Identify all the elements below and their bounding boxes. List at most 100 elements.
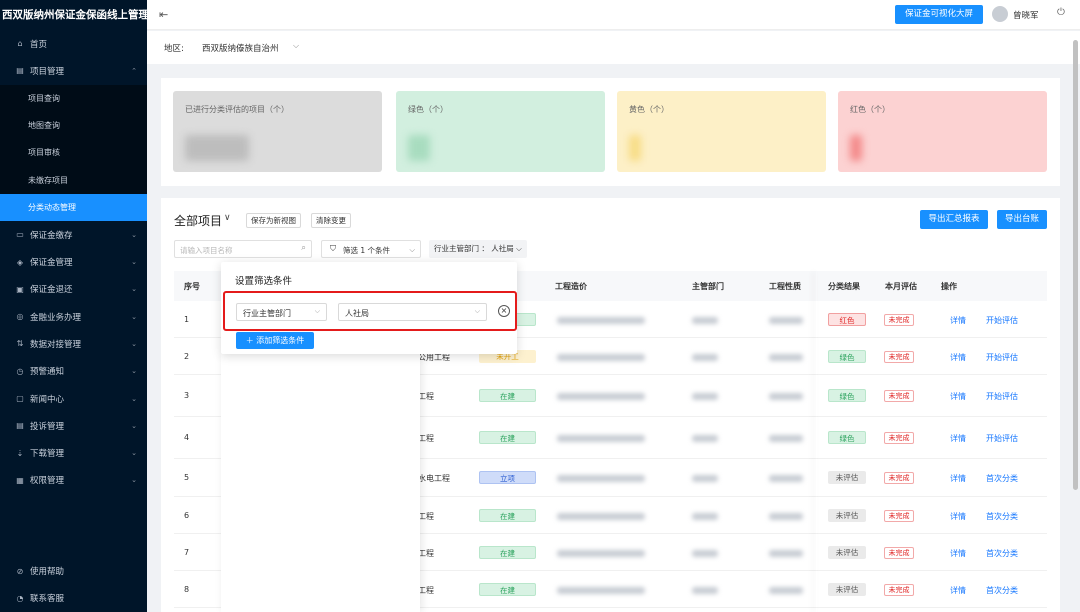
cost-blurred: [557, 512, 645, 520]
save-view-button[interactable]: 保存为新视图: [246, 213, 301, 228]
filter-button[interactable]: ⛉ 筛选 1 个条件 ⌵: [321, 240, 421, 258]
detail-link[interactable]: 详情: [950, 511, 966, 522]
sidebar-item-shield[interactable]: ◈ 保证金管理 ⌄: [0, 248, 147, 275]
cost-blurred: [557, 316, 645, 324]
chevron-up-icon: ⌃: [131, 66, 137, 75]
classification-tag: 未评估: [828, 471, 866, 484]
view-title[interactable]: 全部项目: [174, 212, 222, 229]
search-input[interactable]: 请输入项目名称 ⌕: [174, 240, 312, 258]
col-header-no: 序号: [184, 282, 200, 291]
sidebar-item-project[interactable]: ▤ 项目管理 ⌃: [0, 57, 147, 84]
export-summary-button[interactable]: 导出汇总报表: [920, 210, 988, 229]
news-icon: ▢: [16, 394, 24, 403]
dept-blurred: [692, 316, 718, 324]
add-filter-button[interactable]: ＋ 添加筛选条件: [236, 332, 314, 349]
nature-blurred: [769, 512, 803, 520]
stat-title: 已进行分类评估的项目（个）: [185, 105, 289, 114]
eval-status-tag: 未完成: [884, 472, 914, 484]
sidebar-item-warning[interactable]: ◷ 预警通知 ⌄: [0, 358, 147, 385]
avatar[interactable]: [992, 6, 1008, 22]
action-link[interactable]: 开始评估: [986, 315, 1018, 326]
sidebar-item-news[interactable]: ▢ 新闻中心 ⌄: [0, 385, 147, 412]
export-ledger-button[interactable]: 导出台账: [997, 210, 1047, 229]
action-link[interactable]: 开始评估: [986, 391, 1018, 402]
sidebar-item-data[interactable]: ⇅ 数据对接管理 ⌄: [0, 330, 147, 357]
stat-card-red: 红色（个）: [838, 91, 1047, 172]
chevron-down-icon: ⌄: [131, 230, 137, 239]
sidebar-item-help[interactable]: ⊘ 使用帮助: [0, 557, 147, 584]
action-link[interactable]: 开始评估: [986, 352, 1018, 363]
user-name[interactable]: 曾晓军: [1013, 9, 1039, 21]
finance-icon: ◎: [16, 312, 24, 322]
project-type: 水电工程: [418, 474, 450, 483]
action-link[interactable]: 首次分类: [986, 511, 1018, 522]
stat-title: 黄色（个）: [629, 105, 669, 114]
dept-blurred: [692, 393, 718, 400]
cost-blurred: [557, 435, 645, 442]
classification-tag: 未评估: [828, 545, 866, 559]
complaint-icon: ▤: [16, 421, 24, 431]
classification-tag: 绿色: [828, 349, 866, 363]
popover-backdrop: [221, 354, 420, 612]
chevron-down-icon: ⌄: [131, 449, 137, 458]
eval-status-tag: 未完成: [884, 313, 914, 326]
sidebar-subitem[interactable]: 分类动态管理: [0, 193, 147, 222]
detail-link[interactable]: 详情: [950, 391, 966, 402]
detail-link[interactable]: 详情: [950, 548, 966, 559]
action-link[interactable]: 开始评估: [986, 433, 1018, 444]
detail-link[interactable]: 详情: [950, 315, 966, 326]
active-filter-chip[interactable]: 行业主管部门 ： 人社局 ⌵: [429, 240, 527, 258]
stat-value-blurred: [629, 135, 641, 161]
chevron-down-icon[interactable]: ⌵: [293, 41, 299, 51]
classification-tag: 未评估: [828, 582, 866, 596]
sidebar-subitem[interactable]: 未缴存项目: [0, 166, 147, 193]
action-link[interactable]: 首次分类: [986, 585, 1018, 596]
power-icon[interactable]: ⏻: [1057, 7, 1065, 18]
menu-fold-icon[interactable]: ⇤: [159, 8, 168, 21]
chevron-down-icon[interactable]: ∨: [224, 213, 231, 223]
sidebar-item-deposit[interactable]: ▭ 保证金缴存 ⌄: [0, 221, 147, 248]
row-number: 5: [184, 473, 190, 482]
eval-status-tag: 未完成: [884, 350, 914, 363]
sidebar-item-lock[interactable]: ▦ 权限管理 ⌄: [0, 467, 147, 494]
sidebar-item-service[interactable]: ◔ 联系客服: [0, 585, 147, 612]
sidebar-item-finance[interactable]: ◎ 金融业务办理 ⌄: [0, 303, 147, 330]
search-icon[interactable]: ⌕: [301, 243, 306, 253]
action-link[interactable]: 首次分类: [986, 548, 1018, 559]
nature-blurred: [769, 435, 803, 442]
project-type: 工程: [418, 548, 434, 558]
sidebar-item-label: 使用帮助: [30, 567, 65, 578]
project-icon: ▤: [16, 66, 24, 76]
cost-blurred: [557, 393, 645, 400]
visualization-screen-button[interactable]: 保证金可视化大屏: [895, 5, 983, 24]
sidebar-subitem[interactable]: 项目审核: [0, 139, 147, 166]
sidebar-item-label: 保证金缴存: [30, 230, 73, 241]
dept-blurred: [692, 586, 718, 594]
region-bar: 地区: 西双版纳傣族自治州 ⌵: [147, 31, 1080, 64]
eval-status-tag: 未完成: [884, 546, 914, 559]
cost-blurred: [557, 475, 645, 482]
project-status-tag: 在建: [479, 389, 536, 402]
chevron-down-icon: ⌄: [131, 312, 137, 321]
popover-title: 设置筛选条件: [235, 276, 293, 287]
detail-link[interactable]: 详情: [950, 352, 966, 363]
sidebar-subitem[interactable]: 项目查询: [0, 85, 147, 112]
sidebar-item-download[interactable]: ⇣ 下载管理 ⌄: [0, 439, 147, 466]
clear-changes-button[interactable]: 清除变更: [311, 213, 351, 228]
sidebar-item-complaint[interactable]: ▤ 投诉管理 ⌄: [0, 412, 147, 439]
nature-blurred: [769, 549, 803, 557]
home-icon: ⌂: [17, 39, 23, 49]
sidebar-item-home[interactable]: ⌂ 首页: [0, 30, 147, 57]
detail-link[interactable]: 详情: [950, 473, 966, 484]
detail-link[interactable]: 详情: [950, 585, 966, 596]
region-select[interactable]: 西双版纳傣族自治州: [202, 42, 279, 54]
detail-link[interactable]: 详情: [950, 433, 966, 444]
service-icon: ◔: [16, 593, 24, 603]
region-label: 地区:: [164, 44, 184, 54]
sidebar-item-refund[interactable]: ▣ 保证金退还 ⌄: [0, 276, 147, 303]
stat-card-total: 已进行分类评估的项目（个）: [173, 91, 382, 172]
project-status-tag: 在建: [479, 582, 536, 596]
action-link[interactable]: 首次分类: [986, 473, 1018, 484]
page-scrollbar[interactable]: [1073, 40, 1078, 490]
sidebar-subitem[interactable]: 地图查询: [0, 112, 147, 139]
